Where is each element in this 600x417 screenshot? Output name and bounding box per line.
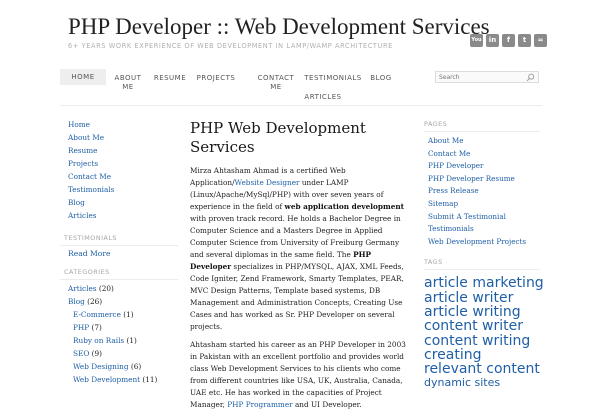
category-item: Blog (26) [60, 295, 178, 308]
category-link[interactable]: Articles [68, 284, 97, 293]
website-designer-link[interactable]: Website Designer [235, 178, 300, 187]
page-link-web-development-projects[interactable]: Web Development Projects [424, 236, 540, 249]
category-count: (20) [98, 284, 114, 293]
category-link[interactable]: Blog [68, 297, 85, 306]
post-title: PHP Web Development Services [190, 119, 366, 156]
sidebar-link-blog[interactable]: Blog [60, 196, 178, 209]
read-more-link[interactable]: Read More [60, 247, 178, 260]
tag-link[interactable]: article writer [424, 290, 540, 305]
tag-link[interactable]: content writer [424, 319, 540, 334]
sidebar-link-projects[interactable]: Projects [60, 157, 178, 170]
divider [424, 131, 540, 132]
youtube-icon[interactable]: You [470, 34, 483, 47]
tag-link[interactable]: article marketing [424, 276, 544, 291]
category-item: Web Development (11) [60, 373, 178, 386]
categories-widget-title: Categories [64, 268, 110, 276]
site-description: 6+ Years work experience of Web Developm… [68, 42, 393, 50]
social-icons: You in f t ≈ [470, 34, 547, 47]
sidebar-link-about-me[interactable]: About Me [60, 131, 178, 144]
intro-paragraph: Mirza Ahtasham Ahmad is a certified Web … [190, 166, 405, 331]
sidebar-link-testimonials[interactable]: Testimonials [60, 183, 178, 196]
category-item: E-Commerce (1) [60, 308, 178, 321]
nav-resume[interactable]: RESUME [150, 74, 190, 83]
nav-about-me[interactable]: ABOUT ME [110, 74, 146, 92]
divider [60, 279, 178, 280]
tags-widget-title: Tags [424, 258, 443, 267]
tag-link[interactable]: content writing [424, 333, 540, 348]
divider [60, 245, 178, 246]
sidebar-link-articles[interactable]: Articles [60, 209, 178, 222]
twitter-icon[interactable]: t [518, 34, 531, 47]
category-count: (7) [91, 323, 102, 332]
category-count: (1) [126, 336, 137, 345]
nav-home[interactable]: HOME [60, 69, 106, 85]
tag-link[interactable]: dynamic sites [424, 376, 540, 390]
search-icon[interactable] [526, 73, 535, 82]
category-link[interactable]: SEO [73, 349, 89, 358]
page-link-submit-testimonial[interactable]: Submit A Testimonial [424, 211, 540, 224]
site-title[interactable]: PHP Developer :: Web Development Service… [68, 14, 490, 40]
page-link-php-developer-resume[interactable]: PHP Developer Resume [424, 173, 540, 186]
left-sidebar: Home About Me Resume Projects Contact Me… [60, 118, 178, 386]
page-link-contact-me[interactable]: Contact Me [424, 148, 540, 161]
testimonials-widget-title: Testimonials [64, 234, 117, 242]
tag-link[interactable]: creating relevant content [424, 348, 540, 377]
main-content: PHP Web Development Services Mirza Ahtas… [190, 119, 412, 417]
category-count: (26) [87, 297, 103, 306]
nav-contact-me[interactable]: CONTACT ME [256, 74, 296, 92]
category-link[interactable]: Web Development [73, 375, 140, 384]
sidebar-link-home[interactable]: Home [60, 118, 178, 131]
nav-articles[interactable]: ARTICLES [302, 93, 344, 102]
nav-projects[interactable]: PROJECTS [194, 74, 238, 83]
category-item: Ruby on Rails (1) [60, 334, 178, 347]
rss-icon[interactable]: ≈ [534, 34, 547, 47]
tag-link[interactable]: article writing [424, 305, 540, 320]
search-box [435, 71, 539, 83]
page-link-sitemap[interactable]: Sitemap [424, 198, 540, 211]
divider [424, 269, 540, 271]
page-link-php-developer[interactable]: PHP Developer [424, 160, 540, 173]
career-paragraph: Ahtasham started his career as an PHP De… [190, 340, 406, 409]
category-item: Web Designing (6) [60, 360, 178, 373]
page-link-press-release[interactable]: Press Release [424, 185, 540, 198]
category-count: (9) [91, 349, 102, 358]
page-link-testimonials[interactable]: Testimonials [424, 223, 540, 236]
pages-list: About Me Contact Me PHP Developer PHP De… [424, 135, 540, 248]
linkedin-icon[interactable]: in [486, 34, 499, 47]
search-input[interactable] [439, 72, 523, 82]
category-item: SEO (9) [60, 347, 178, 360]
category-item: Articles (20) [60, 282, 178, 295]
category-link[interactable]: Web Designing [73, 362, 129, 371]
sidebar-link-resume[interactable]: Resume [60, 144, 178, 157]
page-link-about-me[interactable]: About Me [424, 135, 540, 148]
facebook-icon[interactable]: f [502, 34, 515, 47]
sidebar-link-contact-me[interactable]: Contact Me [60, 170, 178, 183]
tag-cloud: article marketing article writer article… [424, 276, 544, 390]
category-count: (1) [123, 310, 134, 319]
category-link[interactable]: PHP [73, 323, 89, 332]
category-item: PHP (7) [60, 321, 178, 334]
category-count: (6) [130, 362, 142, 371]
category-link[interactable]: Ruby on Rails [73, 336, 124, 345]
nav-testimonials[interactable]: TESTIMONIALS [304, 74, 362, 83]
sidebar-menu: Home About Me Resume Projects Contact Me… [60, 118, 178, 222]
pages-widget-title: Pages [424, 120, 448, 128]
categories-list: Articles (20) Blog (26) E-Commerce (1) PHP … [60, 282, 178, 386]
category-link[interactable]: E-Commerce [73, 310, 121, 319]
php-programmer-link[interactable]: PHP Programmer [227, 400, 292, 409]
right-sidebar: Pages About Me Contact Me PHP Developer … [424, 120, 544, 391]
category-count: (11) [142, 375, 158, 384]
nav-blog[interactable]: BLOG [366, 74, 396, 83]
